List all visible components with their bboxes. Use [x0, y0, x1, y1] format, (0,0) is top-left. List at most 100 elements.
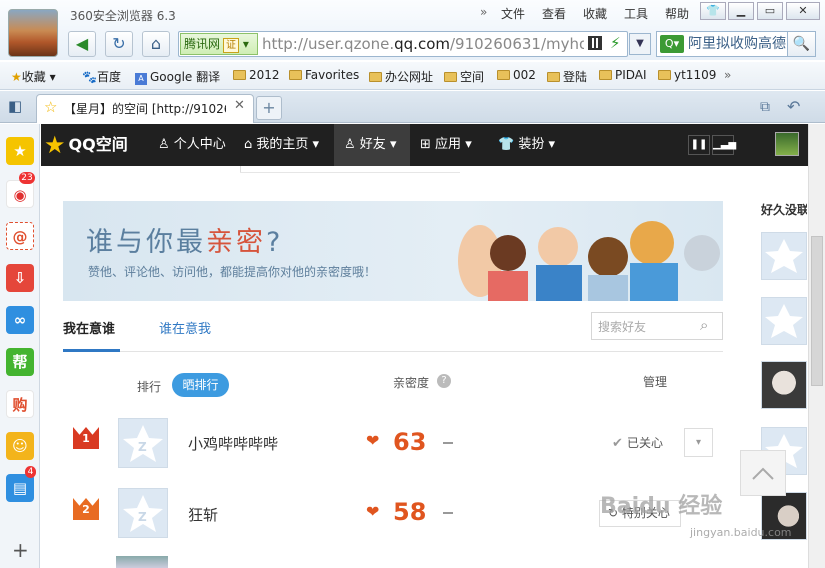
- menu-view[interactable]: 查看: [542, 5, 566, 22]
- help-icon[interactable]: ?: [437, 374, 451, 388]
- suggested-friend-avatar[interactable]: [761, 361, 807, 409]
- nav-label: 我的主页: [256, 137, 309, 152]
- sidebar-shop-icon[interactable]: 购: [6, 390, 34, 418]
- tab-care-me[interactable]: 谁在意我: [159, 318, 211, 337]
- sidebar-book-icon[interactable]: ▤: [6, 474, 34, 502]
- friend-avatar[interactable]: Z: [118, 418, 168, 468]
- nav-apps[interactable]: ⊞ 应用 ▾: [420, 124, 472, 166]
- bookmark-folder[interactable]: Favorites: [289, 68, 359, 82]
- bookmark-folder[interactable]: yt1109: [658, 68, 716, 82]
- banner-title-post: ?: [266, 227, 284, 258]
- search-submit-button[interactable]: 🔍: [787, 31, 816, 57]
- trend-flat-icon: [443, 442, 453, 444]
- friends-icon: ♙: [344, 137, 356, 152]
- favorite-star-icon[interactable]: ☆: [44, 98, 57, 116]
- sidebar-download-icon[interactable]: ⇩: [6, 264, 34, 292]
- nav-my-homepage[interactable]: ⌂ 我的主页 ▾: [240, 124, 323, 166]
- bookmark-folder[interactable]: 办公网址: [369, 68, 433, 85]
- bookmark-label: 收藏: [21, 70, 46, 84]
- bookmark-folder[interactable]: PIDAI: [599, 68, 647, 82]
- suggested-friend-avatar[interactable]: [761, 232, 807, 280]
- vertical-scrollbar[interactable]: [808, 124, 825, 568]
- menu-expand-icon[interactable]: »: [480, 5, 487, 19]
- maximize-button[interactable]: ▭: [757, 2, 783, 20]
- friend-search-placeholder: 搜索好友: [598, 320, 647, 334]
- folder-icon: [369, 72, 382, 82]
- baidu-paw-icon: 🐾: [82, 70, 97, 84]
- user-avatar[interactable]: [775, 132, 799, 156]
- friend-avatar[interactable]: Z: [118, 488, 168, 538]
- fast-mode-icon[interactable]: ⚡: [610, 34, 621, 52]
- music-bars-icon[interactable]: ▁▃▅: [712, 135, 736, 155]
- home-button[interactable]: ⌂: [142, 31, 170, 57]
- scrollbar-thumb[interactable]: [811, 236, 823, 386]
- banner-illustration: [458, 221, 720, 301]
- person-icon: ♙: [158, 137, 170, 152]
- bookmark-baidu[interactable]: 🐾百度: [82, 68, 121, 85]
- search-icon[interactable]: ⌕: [700, 316, 708, 334]
- baidu-watermark-url: jingyan.baidu.com: [690, 526, 792, 539]
- security-badge[interactable]: 腾讯网证 ▾: [180, 33, 258, 55]
- menu-file[interactable]: 文件: [501, 5, 525, 22]
- share-ranking-button[interactable]: 晒排行: [172, 373, 229, 397]
- friend-avatar[interactable]: [116, 556, 168, 568]
- sidebar-toggle-icon[interactable]: ◧: [8, 97, 22, 115]
- nav-personal-center[interactable]: ♙ 个人中心: [152, 124, 232, 166]
- bookmark-folder[interactable]: 2012: [233, 68, 280, 82]
- search-text[interactable]: 阿里拟收购高德: [688, 33, 788, 55]
- care-status-label: 已关心: [627, 436, 664, 450]
- default-avatar-icon: Z: [123, 495, 163, 532]
- qzone-logo[interactable]: ★ QQ空间: [44, 124, 128, 166]
- menu-help[interactable]: 帮助: [665, 5, 689, 22]
- sidebar-add-icon[interactable]: +: [12, 538, 29, 562]
- menu-tools[interactable]: 工具: [624, 5, 648, 22]
- bookmark-google-translate[interactable]: A Google 翻译: [135, 68, 220, 85]
- friend-name[interactable]: 小鸡哔哔哔哔: [188, 433, 278, 454]
- url-dropdown-icon[interactable]: ▼: [629, 33, 651, 55]
- bookmarks-overflow-icon[interactable]: »: [724, 68, 731, 82]
- nav-friends[interactable]: ♙ 好友 ▾: [334, 124, 410, 166]
- sidebar-favorites-icon[interactable]: ★: [6, 137, 34, 165]
- undo-close-icon[interactable]: ↶: [787, 97, 800, 116]
- skin-icon[interactable]: 👕: [700, 2, 726, 20]
- refresh-button[interactable]: ↻: [105, 31, 133, 57]
- folder-icon: [497, 70, 510, 80]
- search-engine-icon[interactable]: Q▾: [660, 35, 684, 53]
- heart-icon: ❤: [366, 502, 380, 521]
- tab-close-icon[interactable]: ✕: [234, 98, 245, 113]
- suggested-friend-avatar[interactable]: [761, 297, 807, 345]
- tab-i-care[interactable]: 我在意谁: [63, 318, 115, 337]
- manage-dropdown-button[interactable]: ▾: [684, 428, 713, 457]
- default-avatar-icon: Z: [123, 425, 163, 462]
- bookmark-favorites-menu[interactable]: ★收藏 ▾: [11, 68, 56, 85]
- nav-decorate[interactable]: 👕 装扮 ▾: [498, 124, 555, 166]
- bookmark-folder[interactable]: 登陆: [547, 68, 587, 85]
- folder-icon: [233, 70, 246, 80]
- sidebar-cloud-icon[interactable]: ∞: [6, 306, 34, 334]
- svg-text:Z: Z: [138, 440, 147, 454]
- menu-favorites[interactable]: 收藏: [583, 5, 607, 22]
- back-to-top-button[interactable]: [740, 450, 786, 496]
- new-tab-button[interactable]: +: [256, 96, 282, 120]
- sidebar-mail-icon[interactable]: @: [6, 222, 34, 250]
- folder-icon: [444, 72, 457, 82]
- back-button[interactable]: ◀: [68, 31, 96, 57]
- care-status[interactable]: ✔ 已关心: [612, 434, 663, 451]
- url-text[interactable]: http://user.qzone.qq.com/910260631/myhom…: [262, 32, 584, 56]
- sidebar-weibo-icon[interactable]: ◉: [6, 180, 34, 208]
- sidebar-help-icon[interactable]: 帮: [6, 348, 34, 376]
- active-tab-indicator: [63, 349, 120, 352]
- qr-code-icon[interactable]: [588, 36, 602, 50]
- nav-label: 应用: [435, 137, 462, 152]
- friend-name[interactable]: 狂斩: [188, 504, 218, 525]
- tab-restore-icon[interactable]: ⧉: [760, 99, 770, 115]
- sidebar-game-icon[interactable]: ☺: [6, 432, 34, 460]
- tab-title[interactable]: 【星月】的空间 [http://910260631.qzone.qq.com]: [64, 100, 226, 117]
- close-window-button[interactable]: ✕: [786, 2, 820, 20]
- banner-title-highlight: 亲密: [206, 227, 266, 258]
- bookmark-folder[interactable]: 空间: [444, 68, 484, 85]
- minimize-button[interactable]: ▁: [728, 2, 754, 20]
- music-pause-icon[interactable]: ❚❚: [688, 135, 710, 155]
- book-count-badge: 4: [25, 466, 36, 478]
- bookmark-folder[interactable]: 002: [497, 68, 536, 82]
